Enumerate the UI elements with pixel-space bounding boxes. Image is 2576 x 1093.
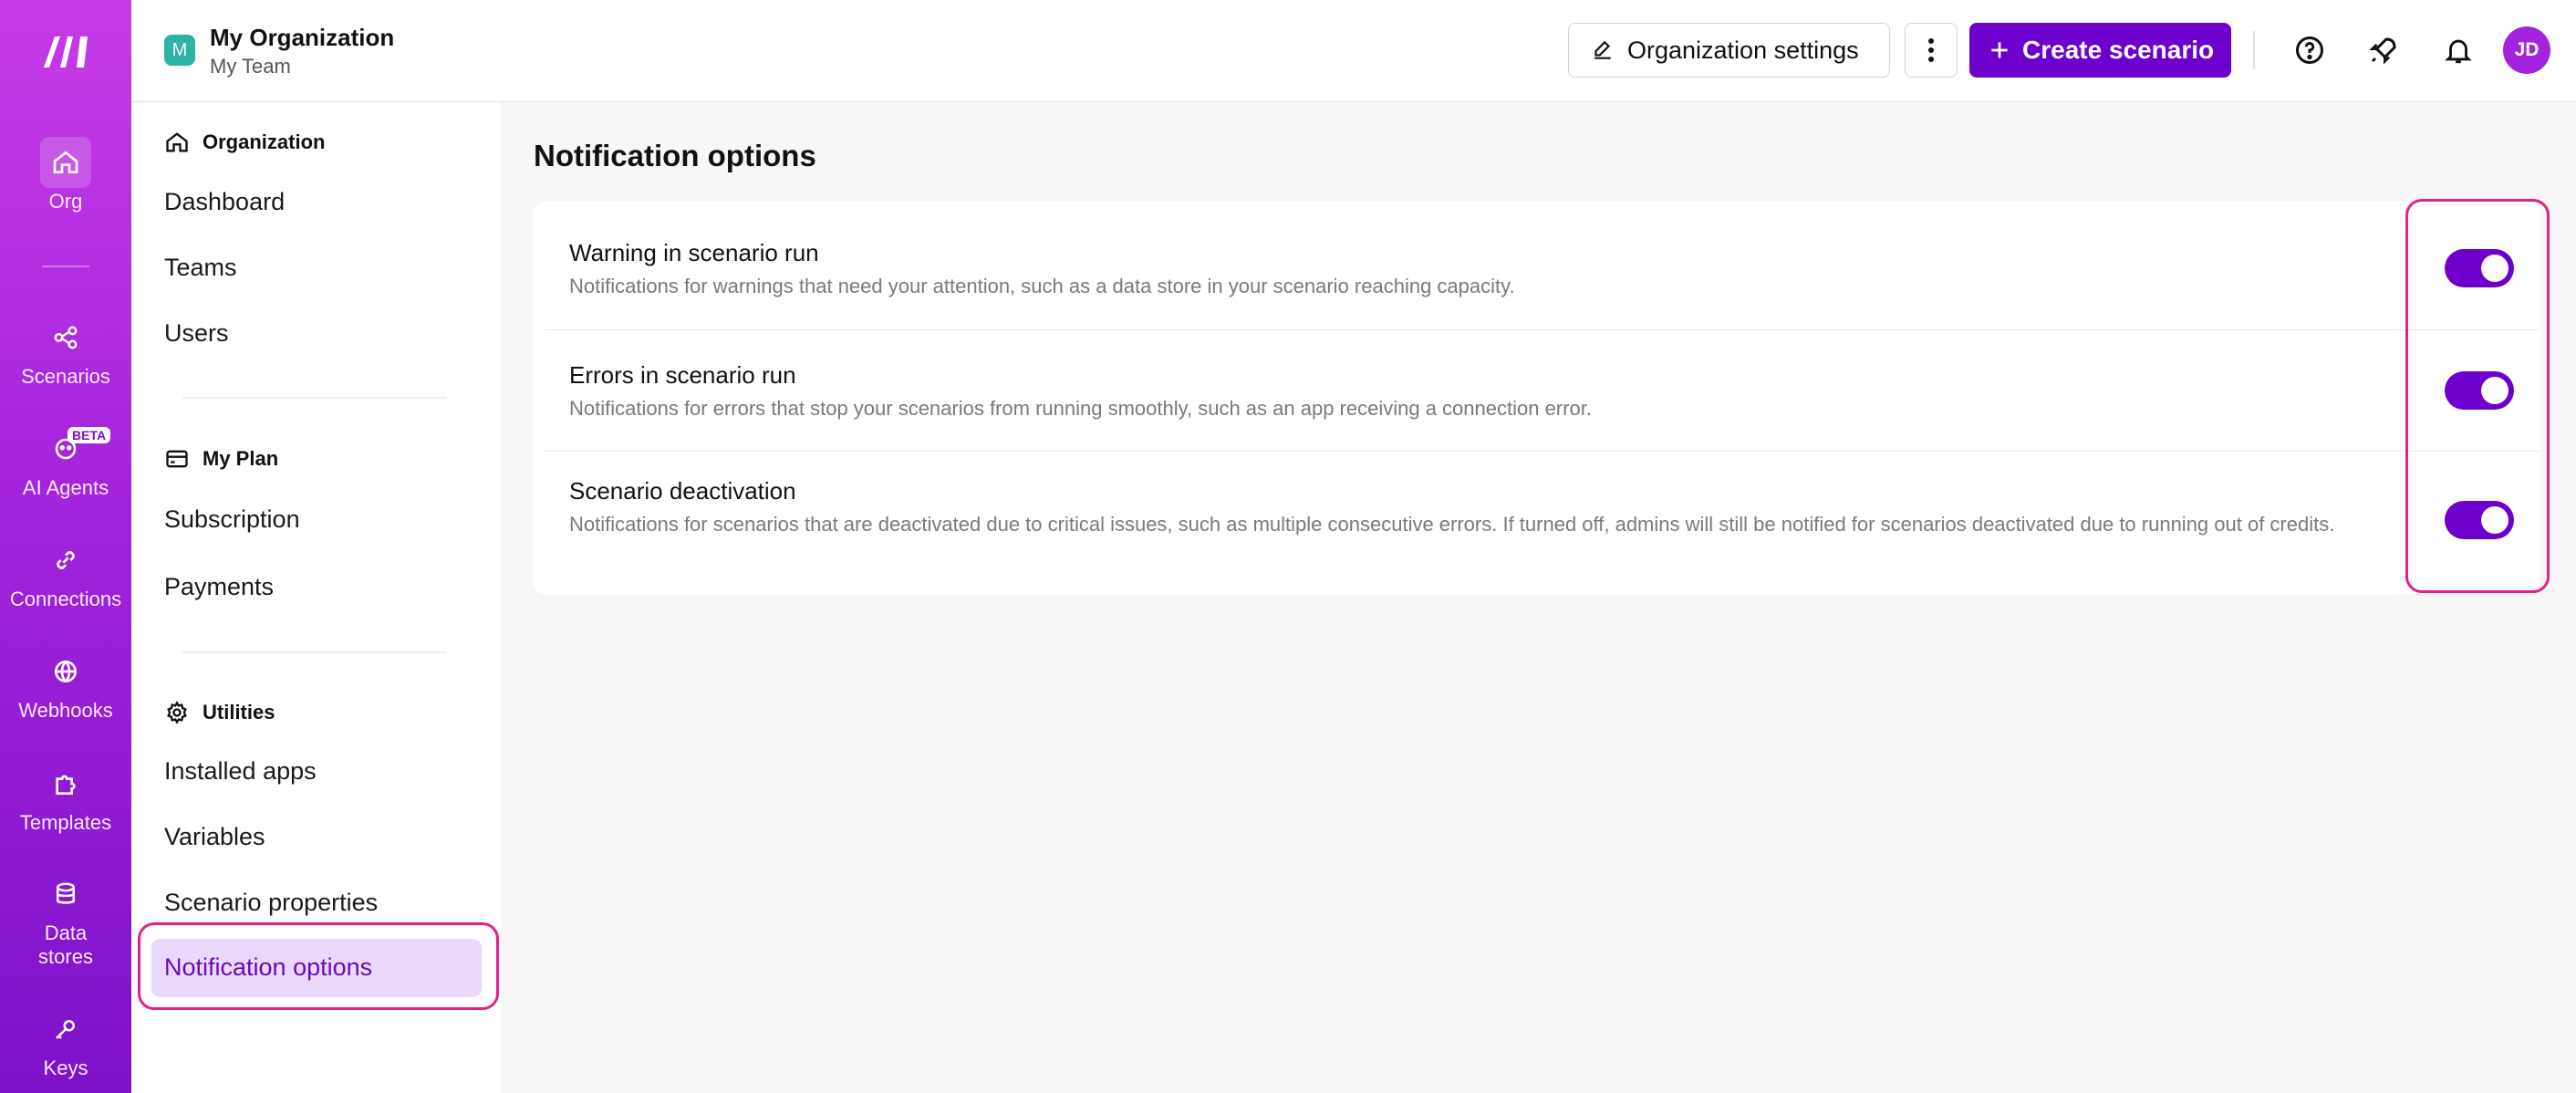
rail-item-keys[interactable]: Keys (0, 1004, 131, 1080)
toolbar-divider (2253, 31, 2255, 69)
team-name[interactable]: My Team (210, 55, 291, 78)
database-icon (40, 869, 91, 920)
rail-item-data-stores[interactable]: Data stores (0, 869, 131, 969)
organization-section-heading: Organization (164, 130, 325, 155)
sidebar-divider (182, 651, 447, 653)
help-icon (2296, 36, 2323, 64)
rocket-button[interactable] (2363, 29, 2405, 71)
notification-row-title: Warning in scenario run (569, 239, 819, 266)
sidebar-divider (182, 397, 447, 399)
rail-label: Connections (9, 588, 122, 610)
gear-icon (167, 701, 187, 724)
rail-item-ai-agents[interactable]: BETA AI Agents (0, 423, 131, 500)
create-scenario-button[interactable]: Create scenario (1969, 23, 2231, 78)
organization-settings-label: Organization settings (1627, 36, 1859, 64)
home-icon (166, 132, 188, 152)
rail-label: Keys (43, 1057, 88, 1079)
credit-card-icon (166, 450, 188, 468)
notification-row-description: Notifications for scenarios that are dea… (569, 513, 2335, 536)
plus-icon (1991, 42, 2008, 58)
sidebar-item-installed-apps[interactable]: Installed apps (164, 757, 317, 786)
sidebar-item-variables[interactable]: Variables (164, 823, 265, 851)
sidebar-item-payments[interactable]: Payments (164, 573, 274, 601)
sidebar-item-scenario-properties[interactable]: Scenario properties (164, 889, 378, 917)
rail-item-connections[interactable]: Connections (0, 535, 131, 611)
kebab-menu-icon (1928, 38, 1934, 62)
make-logo-icon[interactable] (40, 31, 91, 71)
notifications-button[interactable] (2437, 29, 2479, 71)
utilities-section-heading: Utilities (164, 700, 275, 725)
notification-row-description: Notifications for errors that stop your … (569, 397, 1592, 420)
org-avatar: M (164, 35, 195, 66)
organization-settings-button[interactable]: Organization settings (1568, 23, 1890, 78)
rail-label: Scenarios (21, 365, 110, 388)
rail-divider (42, 265, 89, 267)
create-scenario-label: Create scenario (2022, 36, 2215, 64)
notification-row-title: Scenario deactivation (569, 477, 796, 505)
user-avatar[interactable]: JD (2503, 26, 2550, 74)
section-heading-label: Organization (203, 130, 326, 153)
edit-icon (1594, 40, 1611, 59)
section-heading-label: Utilities (203, 701, 275, 723)
rail-item-webhooks[interactable]: Webhooks (0, 646, 131, 723)
more-options-button[interactable] (1905, 23, 1958, 78)
rocket-icon (2369, 37, 2396, 65)
notification-row-description: Notifications for warnings that need you… (569, 275, 1515, 297)
globe-icon (40, 646, 91, 697)
top-bar: M My Organization My Team Organization s… (131, 0, 2576, 102)
sidebar-item-subscription[interactable]: Subscription (164, 505, 300, 534)
rail-label: Data stores (38, 921, 93, 968)
bell-icon (2445, 39, 2472, 64)
link-icon (40, 535, 91, 586)
puzzle-icon (40, 758, 91, 809)
highlight-box-toggles (2405, 199, 2550, 593)
sidebar-item-dashboard[interactable]: Dashboard (164, 188, 285, 216)
sidebar-item-users[interactable]: Users (164, 319, 229, 348)
help-button[interactable] (2289, 29, 2331, 71)
key-icon (40, 1004, 91, 1055)
section-heading-label: My Plan (203, 447, 279, 470)
notification-row-title: Errors in scenario run (569, 361, 796, 389)
rail-label: Webhooks (18, 699, 113, 722)
rail-label: AI Agents (22, 476, 109, 499)
row-divider (545, 329, 2540, 330)
rail-label: Templates (19, 811, 112, 834)
rail-item-org[interactable]: Org (0, 137, 131, 213)
rail-item-scenarios[interactable]: Scenarios (0, 312, 131, 389)
highlight-box-sidebar (138, 922, 499, 1010)
app-rail: Org Scenarios BETA AI Agents Connections… (0, 0, 131, 1093)
home-icon (40, 137, 91, 188)
page-title: Notification options (534, 139, 816, 172)
rail-item-templates[interactable]: Templates (0, 758, 131, 835)
beta-badge: BETA (68, 427, 111, 443)
rail-label: Org (48, 190, 83, 213)
plan-section-heading: My Plan (164, 446, 278, 472)
share-nodes-icon (40, 312, 91, 363)
row-divider (545, 451, 2540, 452)
sidebar-item-teams[interactable]: Teams (164, 254, 237, 282)
org-name[interactable]: My Organization (210, 24, 394, 52)
